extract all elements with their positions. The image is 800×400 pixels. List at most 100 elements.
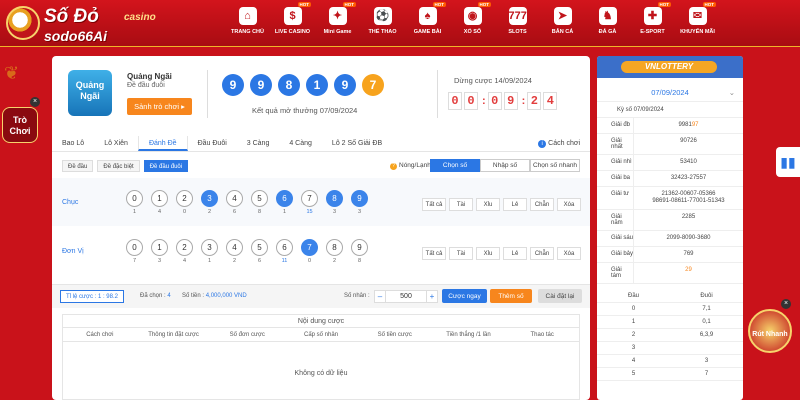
prize-number: 90726 xyxy=(680,138,697,144)
tab-0[interactable]: Bao Lô xyxy=(52,136,94,151)
multiplier-label: Số nhân : xyxy=(344,293,370,299)
digit-ball[interactable]: 7 xyxy=(301,239,318,256)
digit-frequency: 0 xyxy=(307,258,312,264)
nav-item-slot-machine[interactable]: 777 SLOTS xyxy=(495,0,540,47)
tab-1[interactable]: Lô Xiên xyxy=(94,136,138,151)
digit-ball[interactable]: 9 xyxy=(351,190,368,207)
nav-item-soccer-ball[interactable]: ⚽ THỂ THAO xyxy=(360,0,405,47)
digit-ball[interactable]: 9 xyxy=(351,239,368,256)
dd-row: 1 0,1 xyxy=(597,316,743,329)
digit-ball[interactable]: 8 xyxy=(326,190,343,207)
tab-3[interactable]: Đầu Đuôi xyxy=(188,136,237,151)
digit-ball[interactable]: 6 xyxy=(276,190,293,207)
tro-choi-widget[interactable]: Trò Chơi xyxy=(2,107,38,143)
quick-select-button[interactable]: Xỉu xyxy=(476,247,500,260)
nav-item-gamepad[interactable]: ✦ Mini Game HOT xyxy=(315,0,360,47)
column-header: Cấp số nhân xyxy=(304,332,339,338)
subtab-1[interactable]: Đề đặc biệt xyxy=(97,160,140,172)
nav-item-gift[interactable]: ✉ KHUYẾN MÃI HOT xyxy=(675,0,720,47)
quick-select-button[interactable]: Xỉu xyxy=(476,198,500,211)
nav-item-home[interactable]: ⌂ TRANG CHỦ xyxy=(225,0,270,47)
quick-bet-button[interactable]: Cược ngay xyxy=(442,289,487,303)
digit-frequency: 4 xyxy=(157,209,162,215)
reset-button[interactable]: Cài đặt lại xyxy=(538,289,582,303)
result-balls: 998197 xyxy=(222,74,390,96)
mode-button-2[interactable]: Chọn số nhanh xyxy=(530,159,580,172)
quick-select-button[interactable]: Tài xyxy=(449,198,473,211)
quick-select-button[interactable]: Lẻ xyxy=(503,247,527,260)
digit-ball[interactable]: 6 xyxy=(276,239,293,256)
multiplier-input[interactable]: 500 xyxy=(386,290,426,303)
nav-item-casino-chip[interactable]: $ LIVE CASINO HOT xyxy=(270,0,315,47)
digit-option: 93 xyxy=(347,190,372,215)
quick-select-button[interactable]: Xóa xyxy=(557,198,581,211)
digit-ball[interactable]: 4 xyxy=(226,190,243,207)
digit-ball[interactable]: 5 xyxy=(251,239,268,256)
decrement-button[interactable]: – xyxy=(374,290,386,303)
head-tail-header: Đầu Đuôi xyxy=(597,290,743,303)
digit-ball[interactable]: 2 xyxy=(176,190,193,207)
dd-row: 3 xyxy=(597,342,743,355)
nav-label: THỂ THAO xyxy=(368,29,397,35)
bar-chart-icon[interactable]: ▮▮ xyxy=(776,147,800,177)
result-ball: 7 xyxy=(362,74,384,96)
digit-ball[interactable]: 3 xyxy=(201,239,218,256)
quick-select-button[interactable]: Chẵn xyxy=(530,198,554,211)
subtab-0[interactable]: Đề đầu xyxy=(62,160,94,172)
add-number-button[interactable]: Thêm số xyxy=(490,289,532,303)
digit-ball[interactable]: 1 xyxy=(151,239,168,256)
hot-cold-label: Nóng/Lạnh xyxy=(399,162,431,169)
quick-select-button[interactable]: Chẵn xyxy=(530,247,554,260)
quick-select-button[interactable]: Lẻ xyxy=(503,198,527,211)
column-header: Số đơn cược xyxy=(229,332,265,338)
mode-button-0[interactable]: Chọn số xyxy=(430,159,480,172)
subtab-2[interactable]: Đề đầu đuôi xyxy=(143,160,189,172)
game-lobby-button[interactable]: Sảnh trò chơi ▸ xyxy=(127,98,192,115)
digit-ball[interactable]: 3 xyxy=(201,190,218,207)
digit-frequency: 2 xyxy=(232,258,237,264)
digit-ball[interactable]: 0 xyxy=(126,190,143,207)
increment-button[interactable]: + xyxy=(426,290,438,303)
prize-number: 21362-00607-05366 98691-08611-77001-5134… xyxy=(652,191,725,204)
head-tail-table: 0 7,1 1 0,1 2 6,3,9 3 4 3 5 7 xyxy=(597,303,743,381)
digit-option: 24 xyxy=(172,239,197,264)
date-select[interactable]: 07/09/2024 ⌄ xyxy=(597,84,743,102)
dd-tail-value: 7,1 xyxy=(702,306,711,312)
tab-6[interactable]: Lô 2 Số Giải ĐB xyxy=(322,136,392,151)
tab-2[interactable]: Đánh Đề xyxy=(137,136,188,151)
digit-ball[interactable]: 1 xyxy=(151,190,168,207)
nav-label: BẮN CÁ xyxy=(551,29,574,35)
digit-ball[interactable]: 5 xyxy=(251,190,268,207)
nav-item-lottery-ball[interactable]: ◉ XỔ SỐ HOT xyxy=(450,0,495,47)
quick-select-button[interactable]: Tất cả xyxy=(422,198,446,211)
quick-select-button[interactable]: Tài xyxy=(449,247,473,260)
tab-5[interactable]: 4 Càng xyxy=(279,136,322,151)
nav-item-fish[interactable]: ➤ BẮN CÁ xyxy=(540,0,585,47)
how-to-play-link[interactable]: i Cách chơi xyxy=(538,140,580,148)
info-icon: i xyxy=(538,140,547,148)
digit-ball[interactable]: 7 xyxy=(301,190,318,207)
nav-item-cards[interactable]: ♠ GAME BÀI HOT xyxy=(405,0,450,47)
quick-select-button[interactable]: Tất cả xyxy=(422,247,446,260)
quick-select-button[interactable]: Xóa xyxy=(557,247,581,260)
nav-item-controller[interactable]: ✚ E-SPORT HOT xyxy=(630,0,675,47)
close-icon[interactable]: × xyxy=(781,299,791,309)
digit-ball[interactable]: 8 xyxy=(326,239,343,256)
digit-ball[interactable]: 4 xyxy=(226,239,243,256)
mode-button-1[interactable]: Nhập số xyxy=(480,159,530,172)
digit-option: 20 xyxy=(172,190,197,215)
tab-4[interactable]: 3 Càng xyxy=(237,136,280,151)
nav-item-rooster[interactable]: ♞ ĐÁ GÀ xyxy=(585,0,630,47)
countdown-timer: 00:09:24 xyxy=(448,92,559,110)
timer-digit: 0 xyxy=(487,92,502,110)
betting-panel: Quảng Ngãi Quảng Ngãi Đề đầu đuôi Sảnh t… xyxy=(52,56,590,400)
digit-ball[interactable]: 0 xyxy=(126,239,143,256)
dd-tail-value: 0,1 xyxy=(702,319,711,325)
digit-frequency: 6 xyxy=(232,209,237,215)
column-header: Tiền thắng /1 lần xyxy=(446,332,491,338)
digit-ball[interactable]: 2 xyxy=(176,239,193,256)
close-icon[interactable]: × xyxy=(30,97,40,107)
hot-cold-toggle[interactable]: ? Nóng/Lạnh xyxy=(390,162,431,170)
site-logo[interactable]: Số Đỏ casino sodo66Ai xyxy=(6,4,186,44)
rut-nhanh-widget[interactable]: Rút Nhanh xyxy=(748,309,792,353)
